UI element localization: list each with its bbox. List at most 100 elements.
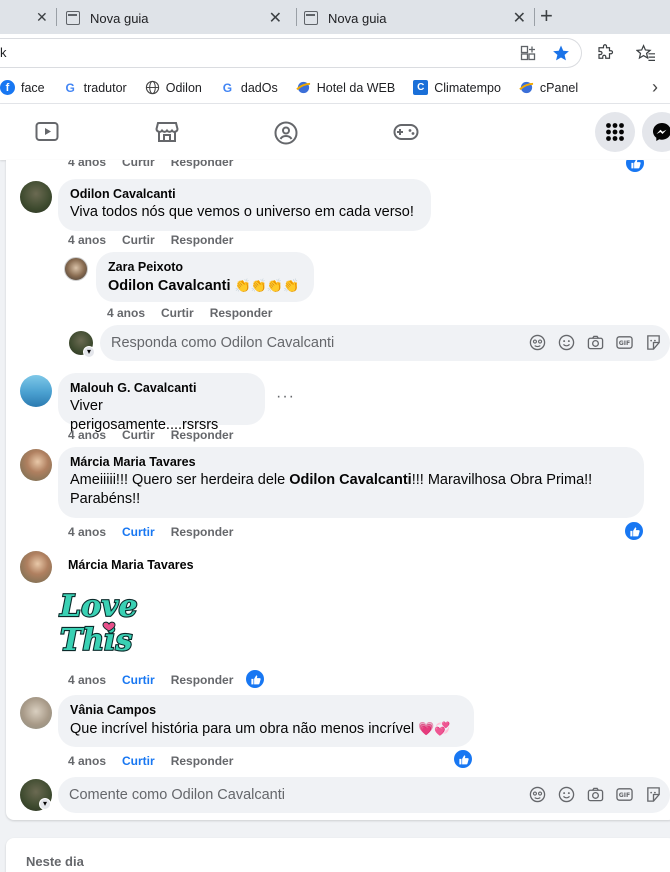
more-options-icon[interactable]: ···	[276, 388, 295, 406]
gaming-icon[interactable]	[393, 121, 419, 143]
like-reaction-icon[interactable]	[624, 160, 646, 174]
comment-actions: 4 anos Curtir Responder	[68, 673, 233, 687]
like-reaction-icon[interactable]	[452, 748, 474, 770]
reply-link[interactable]: Responder	[171, 428, 234, 442]
browser-tab[interactable]: Nova guia ✕	[66, 2, 294, 34]
bookmark-label: tradutor	[83, 80, 127, 95]
comment-time: 4 anos	[68, 754, 107, 768]
comment-author[interactable]: Vânia Campos	[70, 703, 462, 717]
star-icon[interactable]	[552, 44, 570, 65]
new-tab-button[interactable]: +	[540, 4, 553, 28]
mention-link[interactable]: Odilon Cavalcanti	[108, 278, 230, 294]
reply-placeholder: Responda como Odilon Cavalcanti	[111, 335, 335, 351]
camera-icon[interactable]	[587, 334, 604, 351]
comment-input[interactable]: Comente como Odilon Cavalcanti GIF	[58, 777, 670, 813]
reply-link[interactable]: Responder	[171, 160, 234, 169]
avatar[interactable]	[20, 449, 52, 481]
comment-author[interactable]: Márcia Maria Tavares	[68, 558, 194, 572]
avatar-sticker-icon[interactable]	[529, 334, 546, 351]
comment-text: Odilon Cavalcanti 👏👏👏👏	[108, 276, 302, 296]
bookmark-dados[interactable]: G dadOs	[220, 80, 278, 95]
like-link[interactable]: Curtir	[161, 306, 194, 320]
bookmark-face[interactable]: f face	[0, 80, 45, 95]
reply-link[interactable]: Responder	[171, 673, 234, 687]
favorites-icon[interactable]	[635, 44, 656, 65]
bookmark-cpanel[interactable]: cPanel	[519, 80, 578, 95]
comment-author[interactable]: Malouh G. Cavalcanti	[70, 381, 253, 395]
reply-link[interactable]: Responder	[171, 525, 234, 539]
address-bar: k	[0, 34, 670, 72]
avatar[interactable]	[64, 257, 88, 281]
bookmark-label: Odilon	[165, 80, 202, 95]
comment-author[interactable]: Márcia Maria Tavares	[70, 455, 632, 469]
camera-icon[interactable]	[587, 786, 604, 803]
avatar[interactable]	[20, 375, 52, 407]
tab-title: Nova guia	[90, 10, 149, 26]
bookmark-climatempo[interactable]: C Climatempo	[413, 80, 501, 95]
like-reaction-icon[interactable]	[623, 520, 645, 542]
browser-tab[interactable]: Nova guia ✕	[304, 2, 532, 34]
like-link[interactable]: Curtir	[122, 428, 155, 442]
like-link[interactable]: Curtir	[122, 233, 155, 247]
messenger-button[interactable]	[642, 112, 670, 152]
mention-link[interactable]: Odilon Cavalcanti	[289, 472, 411, 488]
reply-link[interactable]: Responder	[210, 306, 273, 320]
extensions-icon[interactable]	[596, 44, 614, 65]
gif-icon[interactable]: GIF	[616, 786, 633, 803]
like-reaction-icon[interactable]	[244, 668, 266, 690]
close-icon[interactable]: ✕	[269, 8, 282, 28]
url-field[interactable]: k	[0, 38, 582, 68]
tab-separator	[56, 8, 57, 26]
sticker-icon[interactable]	[645, 786, 662, 803]
gif-icon[interactable]: GIF	[616, 334, 633, 351]
sticker-icon[interactable]	[645, 334, 662, 351]
chevron-down-icon[interactable]: ▾	[39, 798, 51, 810]
bookmark-odilon[interactable]: Odilon	[145, 80, 202, 95]
love-this-sticker[interactable]: Love This	[58, 588, 139, 659]
comment-time: 4 anos	[107, 306, 146, 320]
comment-text-part: Parabéns!!	[70, 491, 141, 507]
facebook-icon: f	[0, 80, 15, 95]
grid-menu-icon	[606, 123, 624, 141]
menu-button[interactable]	[595, 112, 635, 152]
like-link[interactable]: Curtir	[122, 160, 155, 169]
section-title: Neste dia	[26, 854, 84, 869]
emoji-icon[interactable]	[558, 786, 575, 803]
reply-link[interactable]: Responder	[171, 233, 234, 247]
comment-text-part: Ameiiiii!!! Quero ser herdeira dele	[70, 472, 290, 488]
reply-link[interactable]: Responder	[171, 754, 234, 768]
emoji-icon[interactable]	[558, 334, 575, 351]
sticker-text-line2: This	[60, 623, 133, 656]
google-icon: G	[222, 80, 233, 95]
comment-author[interactable]: Zara Peixoto	[108, 260, 302, 274]
comment-author[interactable]: Odilon Cavalcanti	[70, 187, 419, 201]
reply-input[interactable]: Responda como Odilon Cavalcanti GIF	[100, 325, 670, 361]
video-icon[interactable]	[35, 121, 59, 143]
marketplace-icon[interactable]	[155, 121, 179, 143]
tab-separator	[296, 8, 297, 26]
bookmarks-bar: f face G tradutor Odilon G dadOs Hotel d…	[0, 72, 670, 104]
bookmark-hotel-da-web[interactable]: Hotel da WEB	[295, 80, 396, 95]
comment-text-part: !!! Maravilhosa Obra Prima!!	[411, 472, 593, 488]
clap-emoji: 👏👏👏👏	[234, 278, 300, 293]
memories-card: Neste dia	[6, 838, 670, 872]
chevron-down-icon[interactable]: ▾	[83, 346, 95, 358]
avatar[interactable]	[20, 181, 52, 213]
groups-icon[interactable]	[274, 121, 298, 145]
bookmark-tradutor[interactable]: G tradutor	[63, 80, 127, 95]
comment-bubble: Odilon Cavalcanti Viva todos nós que vem…	[58, 179, 431, 231]
avatar[interactable]	[20, 697, 52, 729]
sticker-text-line1: Love	[59, 589, 138, 624]
avatar-sticker-icon[interactable]	[529, 786, 546, 803]
first-tab-close-icon[interactable]: ✕	[36, 9, 48, 26]
avatar[interactable]	[20, 551, 52, 583]
add-app-icon[interactable]	[520, 45, 536, 64]
like-link[interactable]: Curtir	[122, 525, 155, 539]
chevron-right-icon[interactable]: ›	[652, 77, 658, 98]
close-icon[interactable]: ✕	[513, 8, 526, 28]
like-link[interactable]: Curtir	[122, 754, 155, 768]
google-icon: G	[65, 80, 75, 95]
comment-text-part: Que incrível história para um obra não m…	[70, 721, 419, 737]
bookmark-label: Hotel da WEB	[316, 80, 396, 95]
like-link[interactable]: Curtir	[122, 673, 155, 687]
